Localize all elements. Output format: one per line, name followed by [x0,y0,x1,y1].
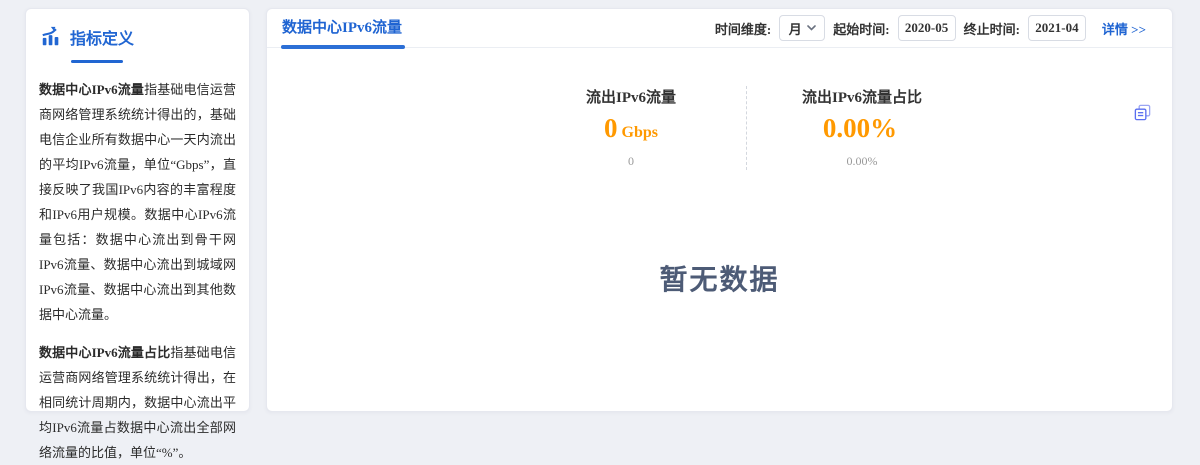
stat-value: 0Gbps [551,114,711,147]
stat-subvalue: 0.00% [782,154,942,169]
definition-paragraph-traffic: 数据中心IPv6流量指基础电信运营商网络管理系统统计得出的，基础电信企业所有数据… [39,77,236,327]
definition-panel: 指标定义 数据中心IPv6流量指基础电信运营商网络管理系统统计得出的，基础电信企… [25,8,250,412]
definition-body: 数据中心IPv6流量指基础电信运营商网络管理系统统计得出的，基础电信企业所有数据… [39,77,236,465]
time-controls: 时间维度: 月 起始时间: 终止时间: 详情 >> [715,15,1146,41]
definition-title: 指标定义 [70,25,134,49]
definition-text: 指基础电信运营商网络管理系统统计得出，在相同统计周期内，数据中心流出平均IPv6… [39,345,236,460]
time-dimension-select[interactable]: 月 [779,15,825,41]
definition-term: 数据中心IPv6流量 [39,82,144,97]
stat-outflow-traffic: 流出IPv6流量 0Gbps 0 [551,86,711,169]
time-dimension-value: 月 [789,19,802,38]
stat-unit: Gbps [622,124,658,141]
stat-label: 流出IPv6流量 [551,86,711,107]
tab-datacenter-ipv6-traffic[interactable]: 数据中心IPv6流量 [282,9,402,48]
detail-link[interactable]: 详情 >> [1102,19,1146,38]
start-time-input[interactable] [898,15,956,41]
end-time-label: 终止时间: [964,19,1020,38]
definition-text: 指基础电信运营商网络管理系统统计得出的，基础电信企业所有数据中心一天内流出的平均… [39,82,236,322]
stat-number: 0 [604,113,618,143]
stats-divider [746,86,747,170]
stat-value: 0.00% [782,114,942,147]
stat-label: 流出IPv6流量占比 [782,86,942,107]
stats-row: 流出IPv6流量 0Gbps 0 流出IPv6流量占比 0.00% 0.00% [294,86,1199,170]
definition-header: 指标定义 [39,25,236,49]
chart-area: 流出IPv6流量 0Gbps 0 流出IPv6流量占比 0.00% 0.00% … [267,86,1172,449]
definition-term: 数据中心IPv6流量占比 [39,345,170,360]
title-underline-bar [71,60,123,63]
stat-number: 0.00% [823,113,897,143]
definition-paragraph-ratio: 数据中心IPv6流量占比指基础电信运营商网络管理系统统计得出，在相同统计周期内，… [39,340,236,465]
tab-bar: 数据中心IPv6流量 时间维度: 月 起始时间: 终止时间: 详情 >> [267,9,1172,48]
stat-subvalue: 0 [551,154,711,169]
traffic-panel: 数据中心IPv6流量 时间维度: 月 起始时间: 终止时间: 详情 >> [266,8,1173,412]
bar-chart-trend-icon [40,26,62,48]
page: 指标定义 数据中心IPv6流量指基础电信运营商网络管理系统统计得出的，基础电信企… [0,0,1200,430]
end-time-input[interactable] [1028,15,1086,41]
time-dimension-label: 时间维度: [715,19,771,38]
stat-outflow-ratio: 流出IPv6流量占比 0.00% 0.00% [782,86,942,169]
empty-data-text: 暂无数据 [267,258,1172,298]
chevron-down-icon [807,25,816,31]
start-time-label: 起始时间: [833,19,889,38]
